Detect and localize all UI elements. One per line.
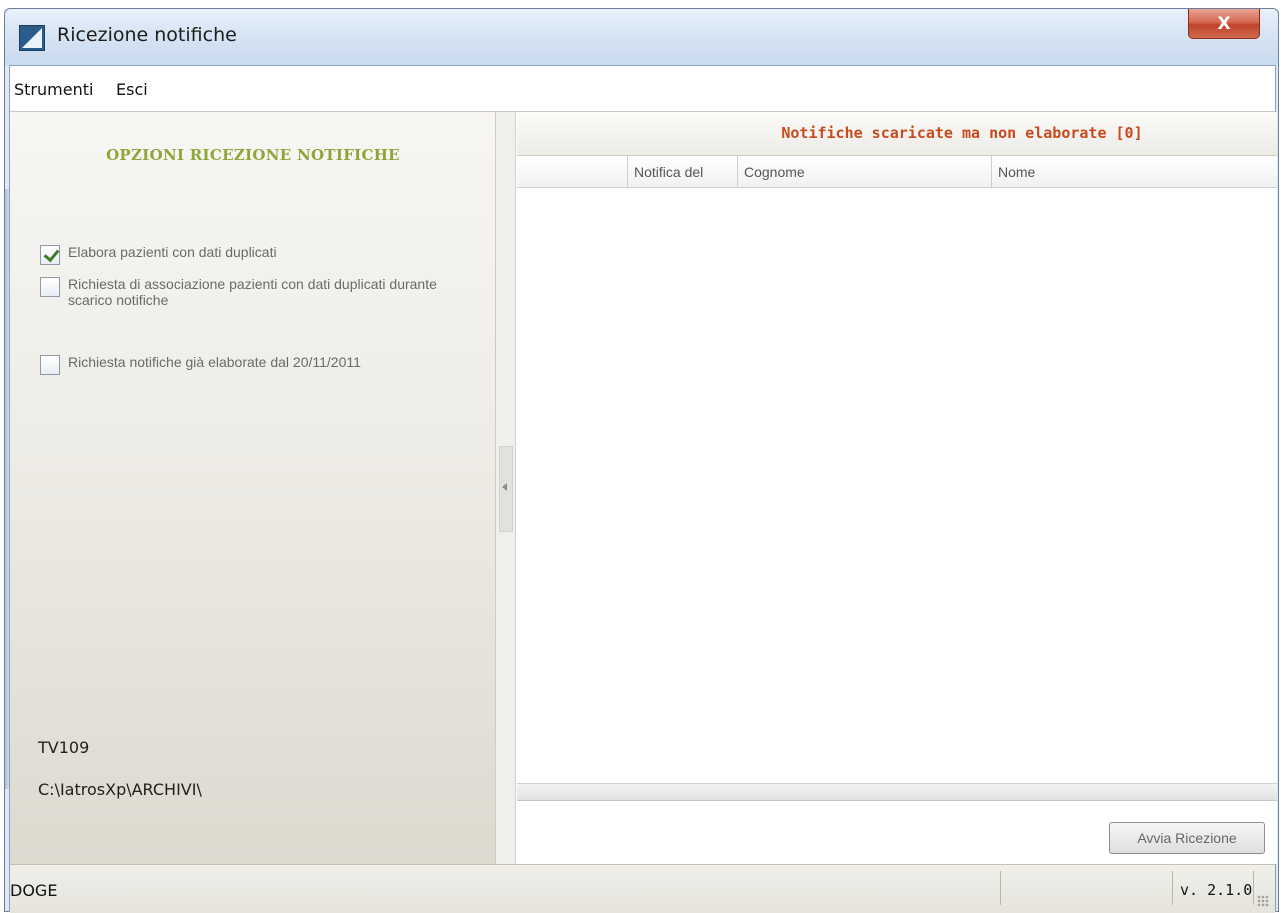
menu-item-strumenti[interactable]: Strumenti: [14, 80, 93, 99]
option-richiesta-associazione[interactable]: Richiesta di associazione pazienti con d…: [40, 276, 448, 308]
grid-caption: Notifiche scaricate ma non elaborate [0]: [517, 112, 1277, 156]
client-area: Strumenti Esci OPZIONI RICEZIONE NOTIFIC…: [9, 65, 1277, 913]
column-header-notifica-del[interactable]: Notifica del: [627, 156, 737, 188]
column-header-selector[interactable]: [517, 156, 627, 188]
checkbox-label: Richiesta notifiche già elaborate dal 20…: [68, 354, 361, 370]
menu-bar: Strumenti Esci: [10, 66, 1275, 112]
column-header-nome[interactable]: Nome: [991, 156, 1277, 188]
close-button[interactable]: X: [1188, 9, 1260, 39]
options-panel: OPZIONI RICEZIONE NOTIFICHE Elabora pazi…: [10, 112, 496, 864]
grid-header: Notifica del Cognome Nome: [517, 156, 1277, 188]
splitter-collapse-handle[interactable]: [499, 446, 513, 532]
window-title: Ricezione notifiche: [57, 24, 237, 46]
app-logo-icon: [19, 25, 45, 51]
menu-item-esci[interactable]: Esci: [116, 80, 148, 99]
status-separator: [1000, 871, 1001, 905]
avvia-ricezione-button[interactable]: Avvia Ricezione: [1109, 822, 1265, 854]
app-window: Ricezione notifiche X Strumenti Esci OPZ…: [4, 8, 1279, 913]
status-bar: DOGE v. 2.1.0: [10, 864, 1275, 913]
checkbox-label: Elabora pazienti con dati duplicati: [68, 244, 277, 260]
resize-grip-icon[interactable]: [1257, 895, 1269, 907]
option-notifiche-elaborate[interactable]: Richiesta notifiche già elaborate dal 20…: [40, 354, 458, 375]
notifications-panel: Notifiche scaricate ma non elaborate [0]…: [517, 112, 1277, 864]
version-label: v. 2.1.0: [1180, 881, 1253, 899]
column-header-cognome[interactable]: Cognome: [737, 156, 991, 188]
panel-splitter[interactable]: [496, 112, 516, 864]
action-bar: Avvia Ricezione: [517, 802, 1277, 864]
option-elabora-duplicati[interactable]: Elabora pazienti con dati duplicati: [40, 244, 458, 265]
checkbox-richiesta-associazione[interactable]: [40, 277, 60, 297]
horizontal-scrollbar[interactable]: [517, 783, 1277, 801]
status-separator: [1172, 871, 1173, 905]
status-separator: [1253, 871, 1254, 905]
title-bar[interactable]: Ricezione notifiche X: [5, 9, 1278, 65]
checkbox-elabora-duplicati[interactable]: [40, 245, 60, 265]
checkbox-notifiche-elaborate[interactable]: [40, 355, 60, 375]
options-heading: OPZIONI RICEZIONE NOTIFICHE: [106, 146, 400, 164]
chevron-left-icon: [502, 483, 507, 491]
status-text: DOGE: [10, 881, 58, 900]
grid-body[interactable]: [517, 189, 1277, 783]
archive-path: C:\IatrosXp\ARCHIVI\: [38, 780, 202, 799]
checkbox-label: Richiesta di associazione pazienti con d…: [68, 276, 437, 308]
station-code: TV109: [38, 738, 90, 757]
